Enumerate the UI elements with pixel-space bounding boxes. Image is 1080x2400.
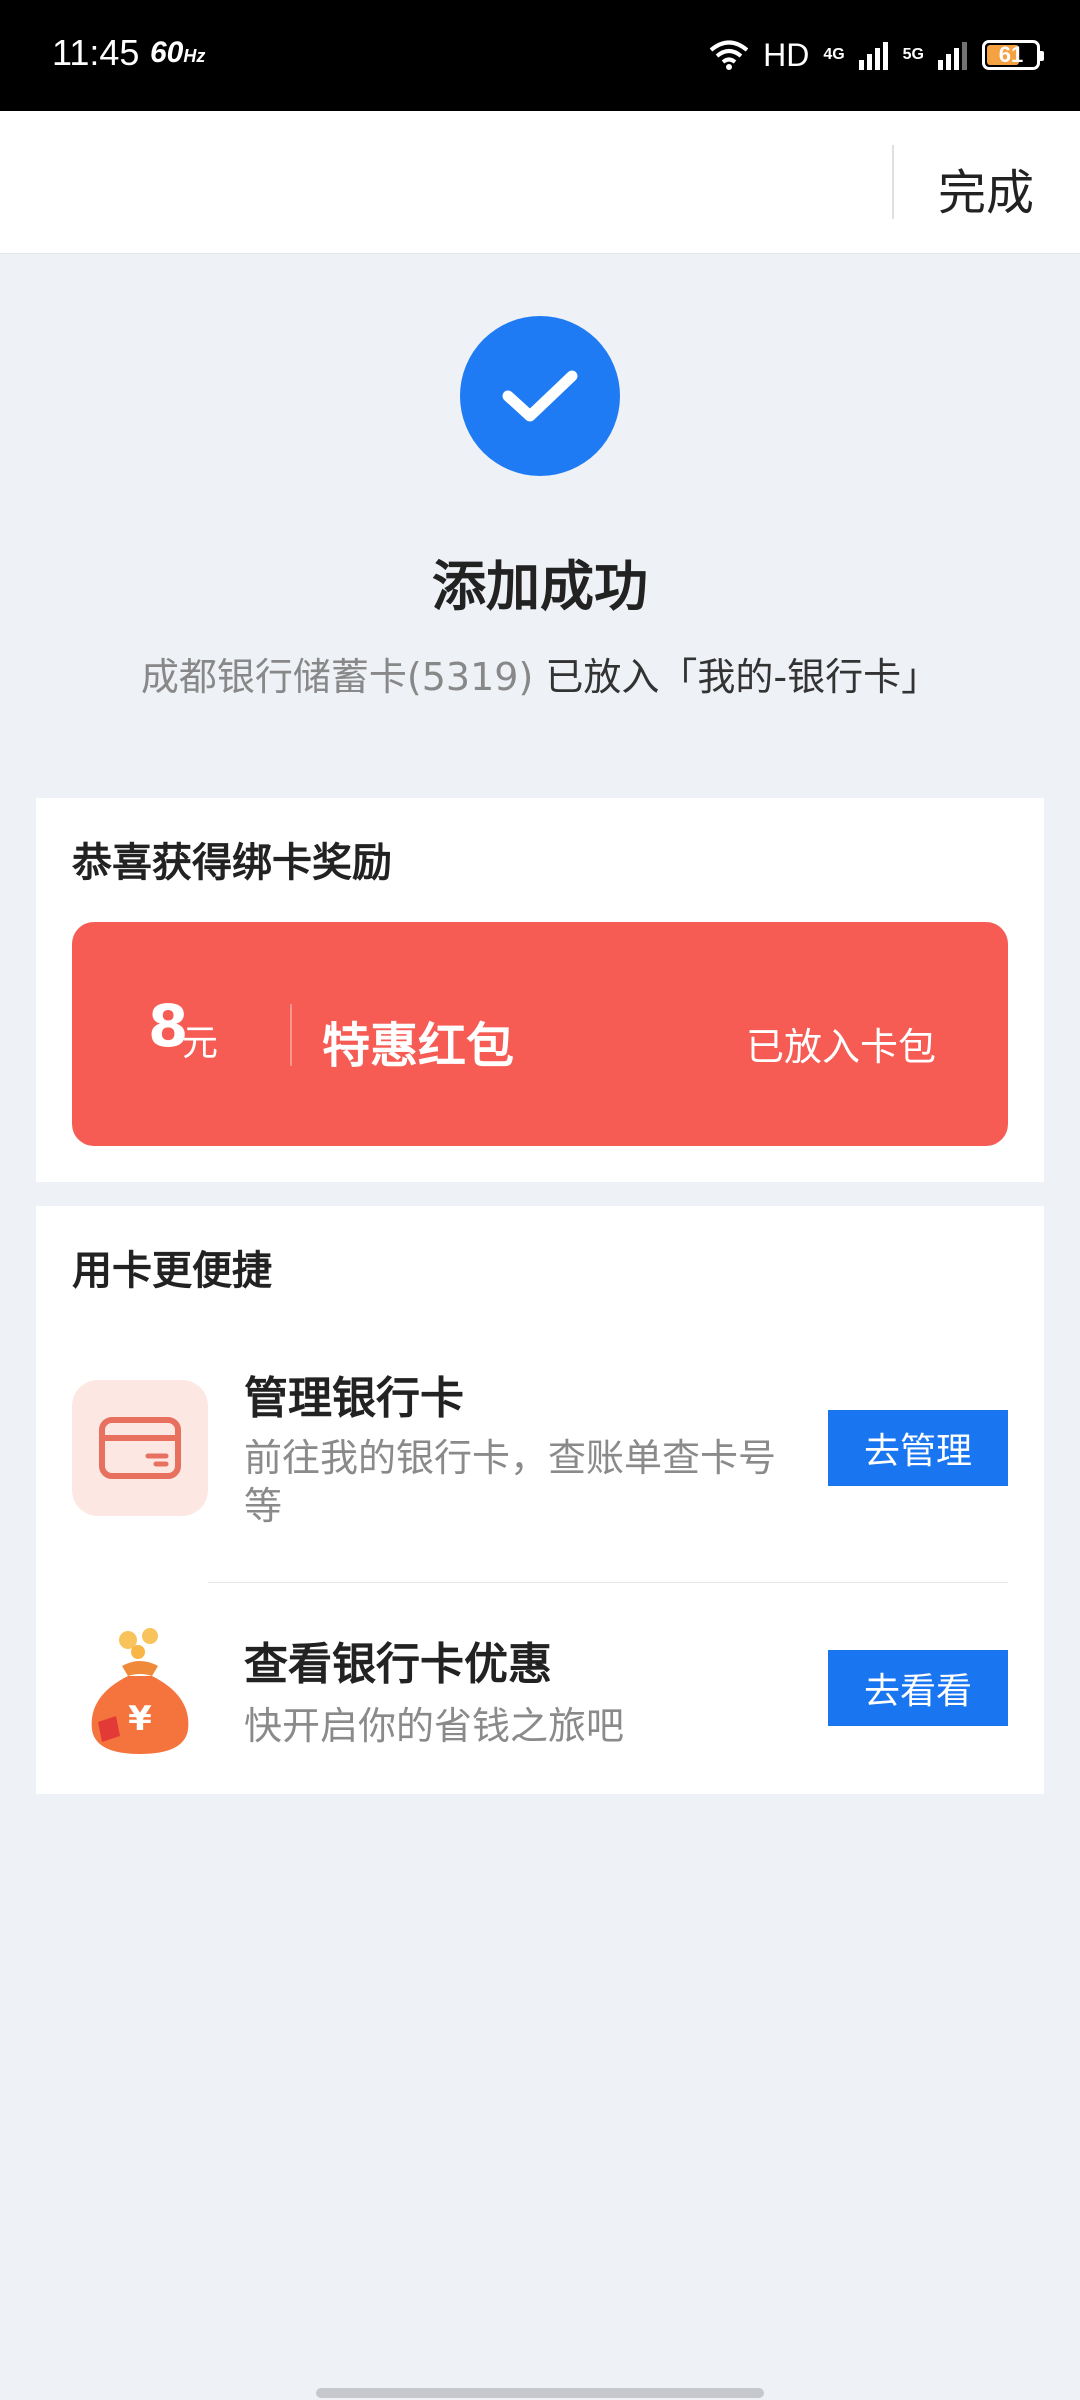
placed-text: 已放入「我的-银行卡」 <box>545 655 940 699</box>
reward-separator <box>290 1004 292 1066</box>
card-offers-title: 查看银行卡优惠 <box>244 1639 552 1690</box>
reward-name: 特惠红包 <box>322 1018 515 1074</box>
card-name: 成都银行储蓄卡(5319) <box>140 655 534 699</box>
refresh-rate: 60Hz <box>150 36 205 70</box>
row-divider <box>208 1582 1008 1583</box>
manage-card-title: 管理银行卡 <box>244 1373 464 1424</box>
status-time: 11:45 <box>52 32 140 73</box>
battery-icon: 61 <box>982 40 1044 70</box>
hd-indicator: HD <box>763 36 810 73</box>
home-indicator[interactable] <box>316 2388 764 2398</box>
network-5g: 5G <box>902 46 924 63</box>
refresh-rate-unit: Hz <box>183 46 206 66</box>
reward-card: 恭喜获得绑卡奖励 8 元 特惠红包 已放入卡包 <box>36 798 1044 1182</box>
battery-level: 61 <box>998 42 1024 67</box>
use-card-title: 用卡更便捷 <box>72 1248 272 1294</box>
refresh-rate-value: 60 <box>150 36 184 69</box>
card-offers-desc: 快开启你的省钱之旅吧 <box>244 1704 625 1748</box>
view-offers-button[interactable]: 去看看 <box>828 1650 1008 1726</box>
signal-icon <box>938 42 967 70</box>
status-icons: HD 4G 5G 61 <box>709 30 1044 80</box>
nav-divider <box>892 145 894 219</box>
reward-status: 已放入卡包 <box>745 1025 936 1069</box>
success-title: 添加成功 <box>432 555 648 618</box>
reward-banner: 8 元 特惠红包 已放入卡包 <box>72 922 1008 1146</box>
manage-card-desc: 前往我的银行卡，查账单查卡号等 <box>244 1436 777 1528</box>
nav-bar: 完成 <box>0 111 1080 254</box>
svg-text:¥: ¥ <box>128 1699 152 1739</box>
signal-icon <box>858 42 888 70</box>
use-card-section: 用卡更便捷 管理银行卡 前往我的银行卡，查账单查卡号等 去管理 ¥ 查看银行卡优… <box>36 1206 1044 1794</box>
reward-unit: 元 <box>182 1023 219 1064</box>
bank-card-icon <box>72 1380 208 1516</box>
success-description: 成都银行储蓄卡(5319) 已放入「我的-银行卡」 <box>0 646 1080 701</box>
reward-section-title: 恭喜获得绑卡奖励 <box>72 840 392 886</box>
success-check-icon <box>460 316 620 476</box>
done-button[interactable]: 完成 <box>938 153 1034 223</box>
status-bar: 11:45 60Hz HD 4G 5G 61 <box>0 0 1080 111</box>
manage-button[interactable]: 去管理 <box>828 1410 1008 1486</box>
wifi-icon <box>709 40 749 70</box>
money-bag-icon: ¥ <box>72 1626 208 1762</box>
network-4g: 4G <box>823 46 845 63</box>
